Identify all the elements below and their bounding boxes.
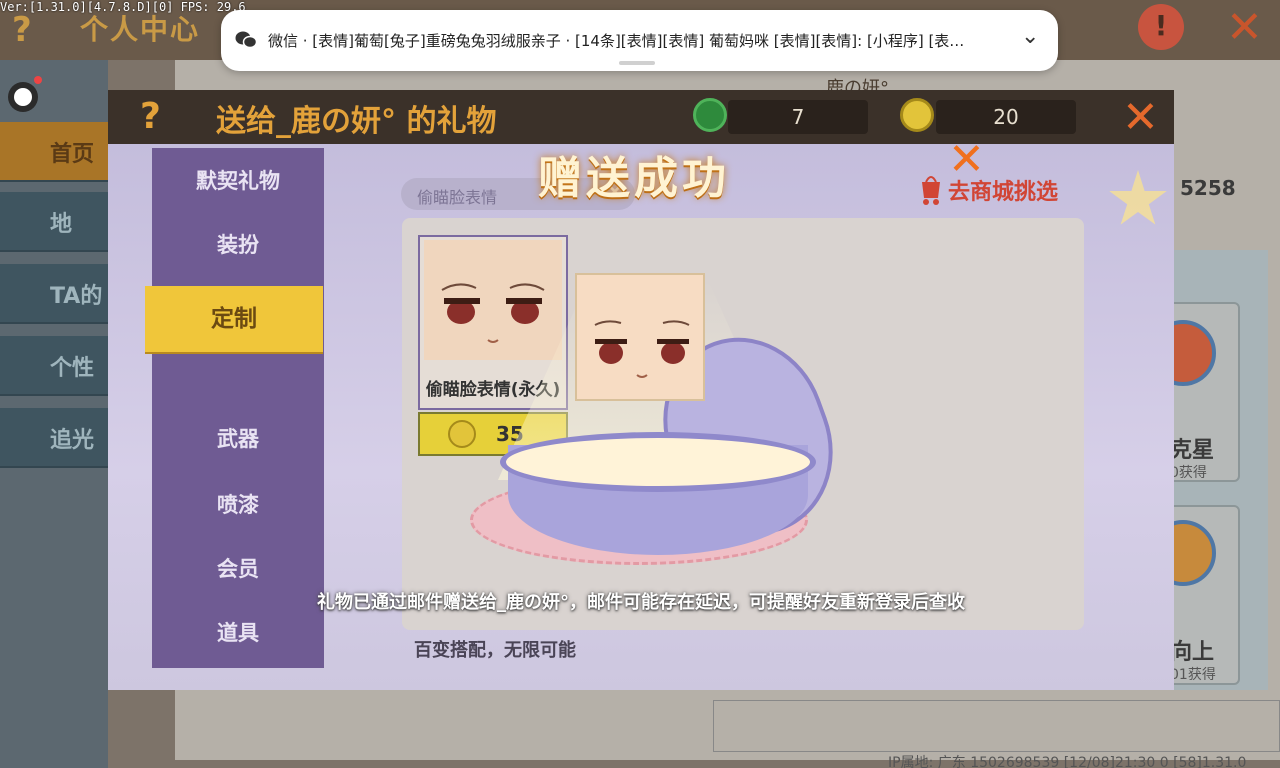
bg-sidebar-item-home[interactable]: 首页 (0, 122, 108, 182)
tab-tacit-gift[interactable]: 默契礼物 (152, 156, 324, 206)
gift-notice: 礼物已通过邮件赠送给_鹿の妍°，邮件可能存在延迟，可提醒好友重新登录后查收 (317, 592, 965, 613)
bg-footer-box (713, 700, 1280, 752)
gift-dialog: ? 送给_鹿の妍° 的礼物 7 20 ✕ 默契礼物 装扮 武器 喷漆 会员 道具… (108, 90, 1174, 690)
coin-count: 20 (936, 100, 1076, 134)
close-icon[interactable]: ✕ (1122, 92, 1159, 143)
bg-close-icon[interactable]: ✕ (1226, 2, 1263, 53)
debug-fps: Ver:[1.31.0][4.7.8.D][0] FPS: 29.6 (0, 0, 246, 14)
bg-sidebar-item-chase[interactable]: 追光 (0, 408, 108, 468)
shop-cart-icon[interactable] (916, 172, 946, 206)
bg-card-sub: 0获得 (1170, 465, 1207, 481)
notification-handle[interactable] (619, 61, 655, 65)
success-title: 赠送成功 (538, 153, 730, 204)
peek-face-thumbnail (424, 240, 562, 360)
tab-outfit[interactable]: 装扮 (152, 220, 324, 270)
bg-sidebar-item-map[interactable]: 地 (0, 192, 108, 252)
gem-count: 7 (728, 100, 868, 134)
help-icon[interactable]: ? (140, 96, 161, 137)
bg-card-sub: 01获得 (1170, 667, 1216, 683)
record-red-dot (34, 76, 42, 84)
bg-count: 5258 (1180, 176, 1236, 200)
coin-icon (900, 98, 934, 132)
tab-custom-active[interactable]: 定制 (145, 286, 323, 352)
gift-face-card (575, 273, 705, 401)
gift-box-opening (500, 432, 816, 492)
tab-weapon[interactable]: 武器 (152, 414, 324, 464)
coin-icon (448, 420, 476, 448)
dialog-title: 送给_鹿の妍° 的礼物 (216, 104, 497, 139)
tab-spray[interactable]: 喷漆 (152, 480, 324, 530)
wechat-icon (235, 30, 258, 50)
bg-sidebar-item-ta[interactable]: TA的 (0, 264, 108, 324)
chevron-down-icon[interactable]: ⌄ (1021, 24, 1039, 49)
close-popup-icon[interactable]: ✕ (948, 134, 985, 185)
record-indicator-icon[interactable] (8, 82, 38, 112)
notification-text: 微信 · [表情]葡萄[兔子]重磅兔兔羽绒服亲子 · [14条][表情][表情]… (268, 32, 965, 50)
bg-footer-text: IP属地: 广东 1502698539 [12/08]21:30 0 [58]1… (888, 755, 1247, 768)
bg-card-title: 克星 (1170, 438, 1215, 463)
bg-page-title: 个人中心 (80, 13, 201, 46)
bg-sidebar-item-personal[interactable]: 个性 (0, 336, 108, 396)
bg-warning-icon[interactable]: ! (1138, 4, 1184, 50)
notification-banner[interactable]: 微信 · [表情]葡萄[兔子]重磅兔兔羽绒服亲子 · [14条][表情][表情]… (221, 10, 1058, 71)
bg-help-icon[interactable]: ? (12, 10, 32, 50)
gem-icon (693, 98, 727, 132)
tab-items[interactable]: 道具 (152, 608, 324, 658)
item-description: 百变搭配，无限可能 (414, 640, 576, 661)
bg-card-title: 向上 (1170, 640, 1215, 665)
tab-member[interactable]: 会员 (152, 544, 324, 594)
